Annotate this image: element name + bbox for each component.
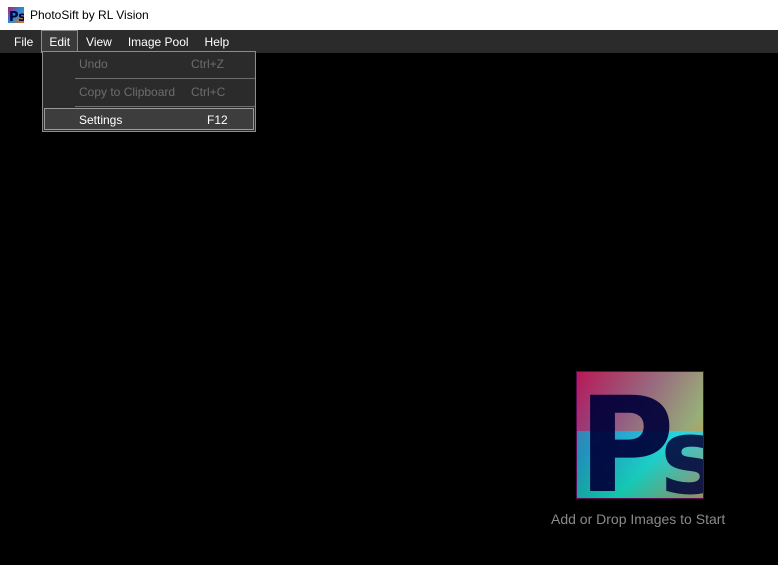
menu-item-settings[interactable]: Settings F12 bbox=[44, 108, 254, 130]
menu-item-shortcut: Ctrl+Z bbox=[191, 57, 224, 71]
menu-item-undo[interactable]: Undo Ctrl+Z bbox=[44, 52, 254, 76]
drop-hint-text: Add or Drop Images to Start bbox=[551, 511, 726, 527]
menu-image-pool[interactable]: Image Pool bbox=[120, 30, 197, 53]
menu-item-label: Copy to Clipboard bbox=[79, 85, 176, 99]
edit-menu-dropdown: Undo Ctrl+Z Copy to Clipboard Ctrl+C Set… bbox=[42, 51, 256, 132]
menu-item-shortcut: F12 bbox=[207, 113, 228, 127]
menu-edit[interactable]: Edit bbox=[41, 30, 79, 53]
window-title: PhotoSift by RL Vision bbox=[30, 8, 149, 22]
menu-file[interactable]: File bbox=[0, 30, 41, 53]
menu-view[interactable]: View bbox=[78, 30, 120, 53]
menu-help[interactable]: Help bbox=[197, 30, 238, 53]
app-window: Ps PhotoSift by RL Vision File Edit View… bbox=[0, 0, 778, 565]
menu-item-label: Undo bbox=[79, 57, 108, 71]
menu-separator bbox=[75, 78, 255, 79]
menu-item-shortcut: Ctrl+C bbox=[191, 85, 226, 99]
menu-item-label: Settings bbox=[79, 113, 123, 127]
menu-bar: File Edit View Image Pool Help bbox=[0, 30, 778, 53]
menu-separator bbox=[75, 106, 255, 107]
title-bar[interactable]: Ps PhotoSift by RL Vision bbox=[0, 0, 778, 30]
menu-item-copy-to-clipboard[interactable]: Copy to Clipboard Ctrl+C bbox=[44, 80, 254, 104]
photosift-app-icon: Ps bbox=[8, 7, 24, 23]
photosift-logo-icon: P s bbox=[576, 371, 704, 499]
svg-text:s: s bbox=[660, 396, 704, 499]
svg-text:Ps: Ps bbox=[9, 10, 24, 23]
